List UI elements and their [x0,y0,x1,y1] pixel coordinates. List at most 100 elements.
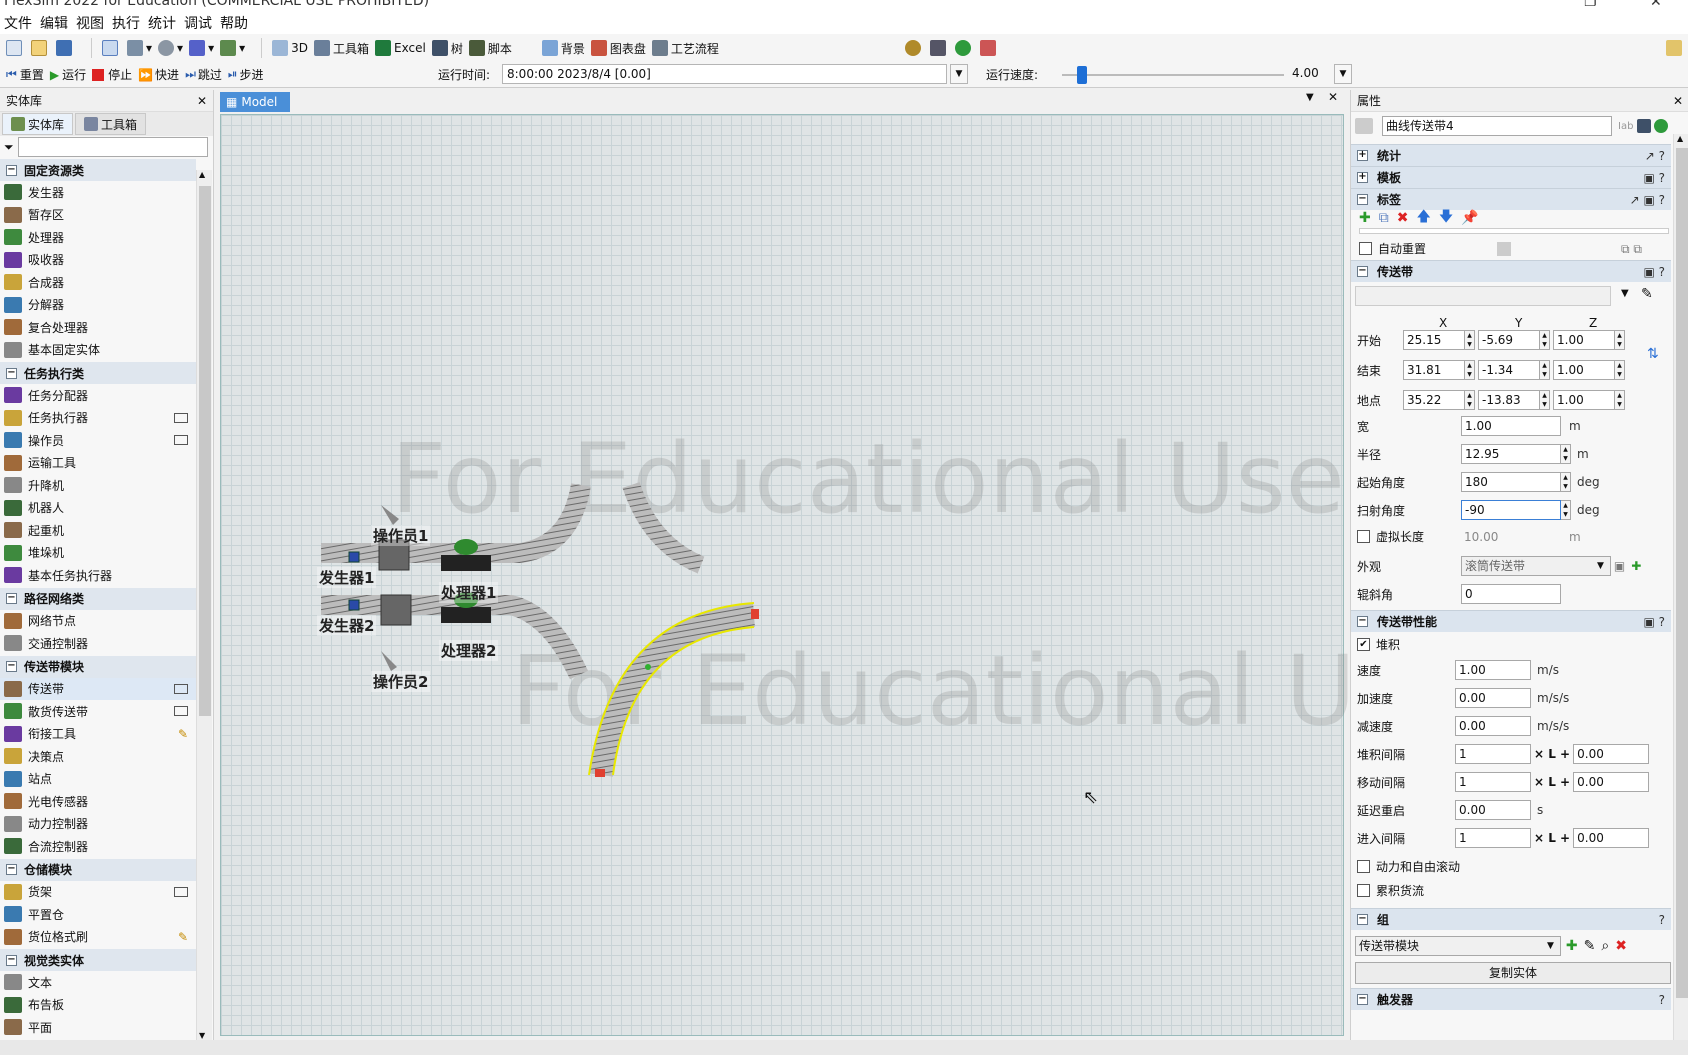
entry-gap-plus-input[interactable]: 0.00 [1573,828,1650,848]
3d-view-button[interactable]: 3D [272,40,308,56]
stop-button[interactable]: 停止 [92,66,132,83]
appearance-select[interactable]: 滚筒传送带 [1461,556,1611,576]
library-item[interactable]: 处理器 [0,226,196,249]
start-x-spinner[interactable]: ▲ ▼ [1465,330,1475,350]
library-item[interactable]: 升降机 [0,474,196,497]
roll-angle-input[interactable]: 0 [1461,584,1561,604]
save-icon[interactable] [56,40,75,56]
end-y-spinner[interactable]: ▲ ▼ [1540,360,1550,380]
collapse-icon[interactable]: − [6,367,17,379]
library-item[interactable]: 发生器 [0,181,196,204]
collapse-icon[interactable]: − [6,593,17,604]
radius-input[interactable]: 12.95 [1461,444,1561,464]
power-free-checkbox[interactable] [1357,860,1370,873]
library-item[interactable]: 传送带 [0,677,196,700]
swap-ends-icon[interactable]: ⇅ [1647,346,1659,362]
library-item[interactable]: 散货传送带 [0,700,196,723]
collapse-icon[interactable]: − [6,864,17,875]
script-button[interactable]: 脚本 [468,40,512,57]
appearance-dropdown-icon[interactable]: ▼ [1597,561,1604,571]
speed-input[interactable]: 1.00 [1455,660,1531,680]
properties-scrollbar[interactable]: ▲ [1673,134,1688,1040]
delete-label-icon[interactable]: ✖ [1397,210,1409,226]
end-z-input[interactable]: 1.00 [1553,360,1615,380]
library-item[interactable]: 暂存区 [0,204,196,227]
radius-spinner[interactable]: ▲ ▼ [1561,444,1571,464]
library-item[interactable]: 文本 [0,971,196,994]
group-eyedropper-icon[interactable]: ✎ [1584,938,1596,954]
run-time-field[interactable]: 8:00:00 2023/8/4 [0.00] [502,64,947,84]
tab-toolbox[interactable]: 工具箱 [75,113,147,135]
library-item[interactable]: 布告板 [0,994,196,1017]
library-item[interactable]: 动力控制器 [0,813,196,836]
end-z-spinner[interactable]: ▲ ▼ [1615,360,1625,380]
library-item[interactable]: 堆垛机 [0,542,196,565]
labels-table[interactable] [1359,228,1669,234]
acceleration-input[interactable]: 0.00 [1455,688,1531,708]
start-angle-spinner[interactable]: ▲ ▼ [1561,472,1571,492]
section-triggers[interactable]: − 触发器? [1351,988,1671,1010]
collapse-icon[interactable]: − [6,954,17,966]
library-item[interactable]: 光电传感器 [0,790,196,813]
library-item[interactable]: 复合处理器 [0,316,196,339]
conveyor-type-dropdown-icon[interactable]: ▼ [1621,288,1629,299]
copy-label-icon[interactable]: ⧉ [1379,210,1389,226]
group-select[interactable]: 传送带模块 [1355,936,1561,956]
library-item[interactable]: 站点 [0,768,196,791]
library-group-header[interactable]: − 路径网络类 [0,587,196,610]
add-label-icon[interactable]: ✚ [1359,210,1371,226]
menu-statistics[interactable]: 统计 [148,13,176,33]
close-properties-icon[interactable]: ✕ [1673,94,1683,108]
bulk-flow-checkbox[interactable] [1357,884,1370,897]
appearance-add-icon[interactable]: ✚ [1631,559,1641,573]
run-time-dropdown[interactable]: ▼ [950,64,968,84]
library-filter-input[interactable] [17,137,208,157]
start-angle-input[interactable]: 180 [1461,472,1561,492]
network-icon[interactable] [929,40,949,56]
moving-gap-plus-input[interactable]: 0.00 [1573,772,1650,792]
library-item[interactable]: 运输工具 [0,452,196,475]
open-folder-icon[interactable] [31,40,50,56]
section-statistics[interactable]: + 统计 ↗ ? [1351,144,1671,166]
window-icon[interactable] [174,412,188,423]
step-button[interactable]: ⏯ 步进 [228,66,264,83]
help-icon[interactable] [954,40,974,56]
library-item[interactable]: 起重机 [0,519,196,542]
start-z-spinner[interactable]: ▲ ▼ [1615,330,1625,350]
conveyor-type-select[interactable] [1355,286,1611,306]
tab-library[interactable]: 实体库 [2,113,74,135]
tab-model[interactable]: ▦ Model [220,92,290,112]
library-item[interactable]: 网络节点 [0,610,196,633]
close-model-icon[interactable]: ✕ [1328,90,1338,104]
run-speed-slider-thumb[interactable] [1077,66,1087,84]
skip-button[interactable]: ⏭ 跳过 [185,66,222,83]
collapse-icon[interactable]: − [6,661,17,672]
location-x-input[interactable]: 35.22 [1403,390,1465,410]
accumulation-gap-plus-input[interactable]: 0.00 [1573,744,1650,764]
copy-entity-button[interactable]: 复制实体 [1355,962,1671,984]
fast-forward-button[interactable]: ⏩ 快进 [138,66,179,83]
tree-icon[interactable] [1637,119,1652,133]
text-label-icon[interactable]: Iab [1618,121,1633,132]
location-x-spinner[interactable]: ▲ ▼ [1465,390,1475,410]
deceleration-input[interactable]: 0.00 [1455,716,1531,736]
library-books-icon[interactable] [979,40,999,56]
location-y-input[interactable]: -13.83 [1478,390,1540,410]
toolbox-button[interactable]: 工具箱 [314,40,369,57]
start-z-input[interactable]: 1.00 [1553,330,1615,350]
location-z-spinner[interactable]: ▲ ▼ [1615,390,1625,410]
section-group[interactable]: − 组? [1351,908,1671,930]
library-item[interactable]: 任务分配器 [0,384,196,407]
group-remove-icon[interactable]: ✖ [1615,938,1627,954]
moving-gap-mult-input[interactable]: 1 [1455,772,1531,792]
move-down-icon[interactable]: 🡇 [1439,206,1453,230]
background-button[interactable]: 背景 [541,40,585,57]
collapse-icon[interactable]: − [6,164,17,176]
library-item[interactable]: 分解器 [0,294,196,317]
menu-debug[interactable]: 调试 [184,13,212,33]
process-flow-button[interactable]: 工艺流程 [651,40,719,57]
run-speed-dropdown[interactable]: ▼ [1334,64,1352,84]
width-input[interactable]: 1.00 [1461,416,1561,436]
library-item[interactable]: 合成器 [0,271,196,294]
library-item[interactable]: 吸收器 [0,249,196,272]
